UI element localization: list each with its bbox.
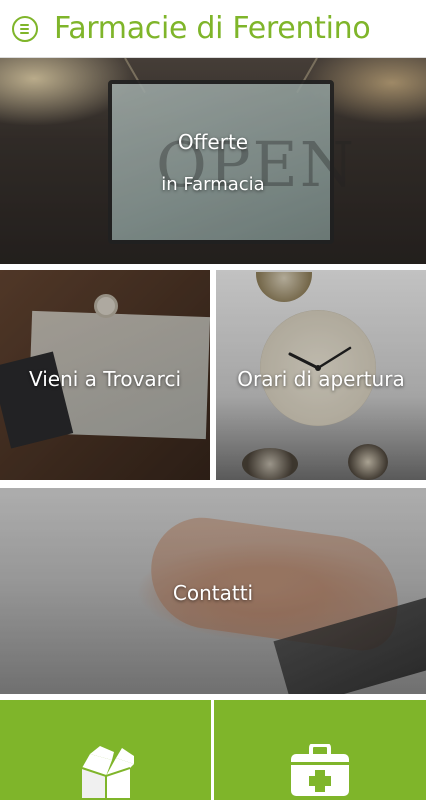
open-box-icon <box>81 746 134 798</box>
contatti-label: Contatti <box>172 581 254 605</box>
tile-orari-di-apertura[interactable]: Orari di apertura <box>216 270 426 480</box>
tile-offerte[interactable]: OPEN Offerte in Farmacia <box>0 58 426 264</box>
menu-circle-icon[interactable] <box>12 15 38 42</box>
first-aid-kit-button[interactable] <box>214 700 426 800</box>
tile-contatti[interactable]: Contatti <box>0 488 426 694</box>
app-screen: Farmacie di Ferentino OPEN Offerte in Fa… <box>0 0 426 800</box>
offerte-sublabel: in Farmacia <box>161 174 265 195</box>
open-box-button[interactable] <box>0 700 211 800</box>
app-title: Farmacie di Ferentino <box>54 11 371 46</box>
orari-label: Orari di apertura <box>237 367 405 391</box>
tile-vieni-a-trovarci[interactable]: Vieni a Trovarci <box>0 270 210 480</box>
vieni-label: Vieni a Trovarci <box>28 367 182 391</box>
first-aid-kit-icon <box>291 744 349 796</box>
offerte-label: Offerte <box>177 130 249 154</box>
app-header: Farmacie di Ferentino <box>0 0 426 58</box>
